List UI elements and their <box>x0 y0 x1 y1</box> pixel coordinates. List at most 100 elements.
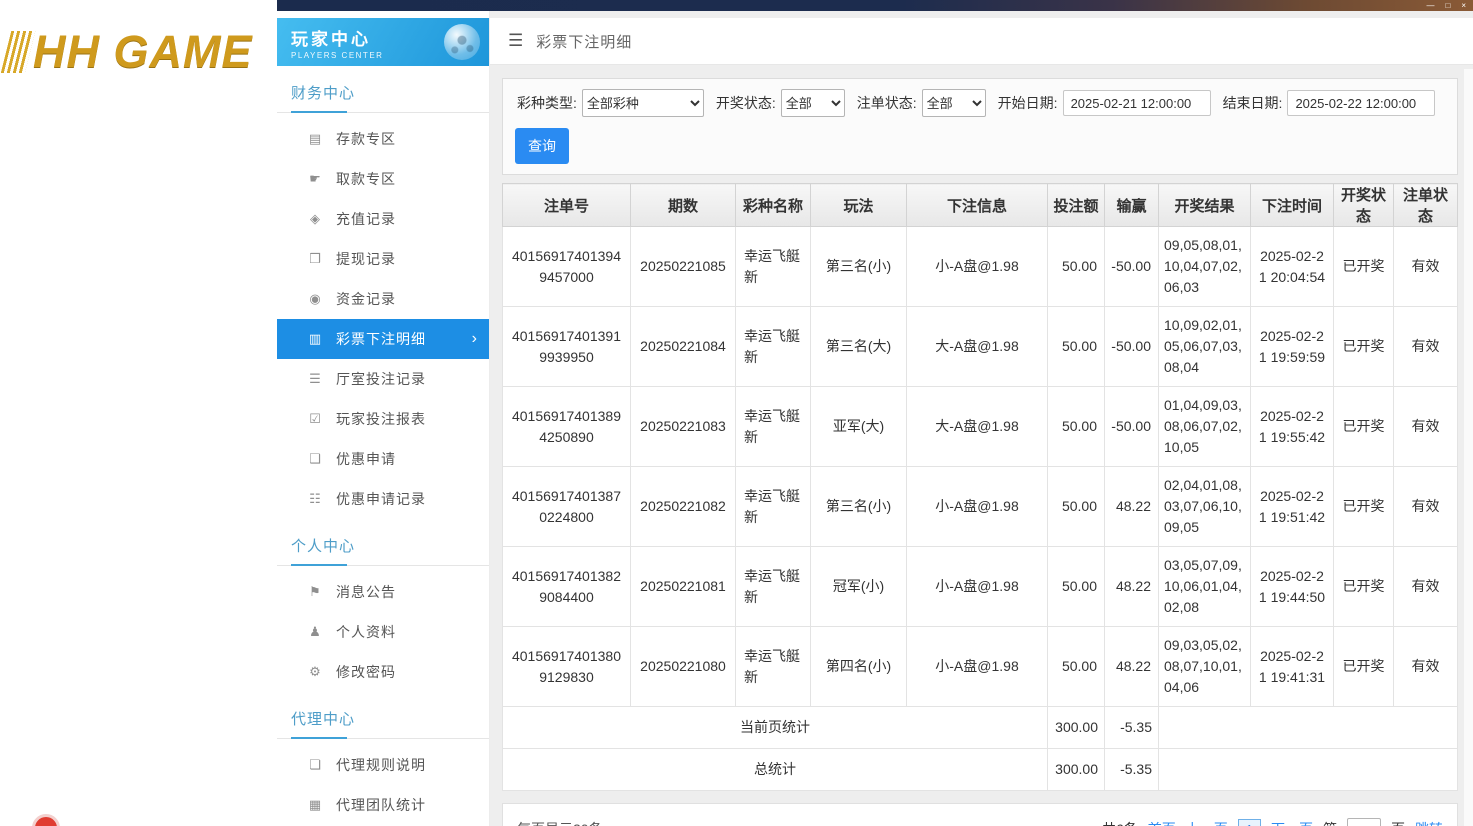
lottery-type-select[interactable]: 全部彩种 <box>581 89 704 117</box>
floating-badge-icon[interactable] <box>32 814 60 826</box>
sidebar-item-player-bet-report[interactable]: ☑ 玩家投注报表 <box>277 399 489 439</box>
cell-info: 小-A盘@1.98 <box>906 626 1048 707</box>
cell-play: 第三名(小) <box>810 226 907 307</box>
first-page-link[interactable]: 首页 <box>1148 819 1176 826</box>
page-summary-row: 当前页统计 300.00 -5.35 <box>502 706 1458 749</box>
filter-button-row: 查询 <box>515 128 1445 164</box>
cell-result: 10,09,02,01,05,06,07,03,08,04 <box>1158 306 1251 387</box>
column-header-winloss: 输赢 <box>1104 183 1159 227</box>
sidebar-item-personal-profile[interactable]: ♟ 个人资料 <box>277 612 489 652</box>
cell-bet_no: 401569174013870224800 <box>502 466 631 547</box>
start-date-input[interactable] <box>1062 90 1211 116</box>
sidebar-item-promo-application[interactable]: ❑ 优惠申请 <box>277 439 489 479</box>
summary-label: 当前页统计 <box>502 706 1048 749</box>
withdraw-zone-icon: ☛ <box>309 171 321 186</box>
sidebar-item-recharge-records[interactable]: ◈ 充值记录 <box>277 199 489 239</box>
bet-status-select[interactable]: 全部 <box>921 89 986 117</box>
draw-status-label: 开奖状态: <box>715 95 776 111</box>
jump-page-input[interactable] <box>1347 817 1381 826</box>
cell-amount: 50.00 <box>1047 626 1105 707</box>
prev-page-link[interactable]: 上一页 <box>1186 819 1228 826</box>
hall-bet-records-icon: ☰ <box>309 371 321 386</box>
next-page-link[interactable]: 下一页 <box>1271 819 1313 826</box>
column-header-period: 期数 <box>630 183 736 227</box>
summary-winloss: -5.35 <box>1104 706 1159 749</box>
start-date-label: 开始日期: <box>997 95 1058 111</box>
sidebar-item-withdraw-zone[interactable]: ☛ 取款专区 <box>277 159 489 199</box>
cell-info: 大-A盘@1.98 <box>906 306 1048 387</box>
cell-amount: 50.00 <box>1047 546 1105 627</box>
cell-amount: 50.00 <box>1047 306 1105 387</box>
sidebar-item-label: 取款专区 <box>336 171 396 187</box>
cell-result: 03,05,07,09,10,06,01,04,02,08 <box>1158 546 1251 627</box>
player-bet-report-icon: ☑ <box>309 411 321 426</box>
cell-result: 01,04,09,03,08,06,07,02,10,05 <box>1158 386 1251 467</box>
per-page-label: 每页显示20条 <box>517 819 603 826</box>
funds-records-icon: ◉ <box>309 291 321 306</box>
content-header: ☰ 彩票下注明细 <box>490 18 1473 65</box>
query-button[interactable]: 查询 <box>515 128 569 164</box>
cell-lottery: 幸运飞艇新 <box>735 386 811 467</box>
column-header-play: 玩法 <box>810 183 907 227</box>
table-row: 401569174013949457000 20250221085 幸运飞艇新 第三名… <box>502 226 1458 307</box>
promo-application-records-icon: ☷ <box>309 491 321 506</box>
sidebar-item-lottery-bet-details[interactable]: ▥ 彩票下注明细 › <box>277 319 489 359</box>
cell-bet_no: 401569174013919939950 <box>502 306 631 387</box>
sidebar-item-change-password[interactable]: ⚙ 修改密码 <box>277 652 489 692</box>
cell-bet_no: 401569174013949457000 <box>502 226 631 307</box>
withdrawal-records-icon: ❒ <box>309 251 321 266</box>
bets-table-wrap: 注单号 期数 彩种名称 玩法 下注信息 投注额 输赢 开奖结果 下注时间 开奖状态 注单状态 4015… <box>502 183 1458 791</box>
menu-toggle-icon[interactable]: ☰ <box>508 31 523 51</box>
summary-filler <box>1158 748 1458 791</box>
sidebar-item-label: 厅室投注记录 <box>336 371 426 387</box>
sidebar-item-deposit-zone[interactable]: ▤ 存款专区 <box>277 119 489 159</box>
sidebar-item-promo-application-records[interactable]: ☷ 优惠申请记录 <box>277 479 489 519</box>
cell-play: 冠军(小) <box>810 546 907 627</box>
cell-play: 第四名(小) <box>810 626 907 707</box>
cell-time: 2025-02-21 20:04:54 <box>1250 226 1334 307</box>
sidebar-item-withdrawal-records[interactable]: ❒ 提现记录 <box>277 239 489 279</box>
sidebar-item-label: 代理规则说明 <box>336 757 426 773</box>
sidebar-item-agent-team-stats[interactable]: ▦ 代理团队统计 <box>277 785 489 825</box>
cell-lottery: 幸运飞艇新 <box>735 466 811 547</box>
scrollbar-track[interactable] <box>1464 69 1473 826</box>
total-summary-row: 总统计 300.00 -5.35 <box>502 748 1458 791</box>
cell-period: 20250221080 <box>630 626 736 707</box>
cell-draw_status: 已开奖 <box>1333 546 1394 627</box>
cell-time: 2025-02-21 19:44:50 <box>1250 546 1334 627</box>
maximize-button[interactable]: □ <box>1445 1 1450 10</box>
cell-period: 20250221082 <box>630 466 736 547</box>
sidebar-item-label: 优惠申请记录 <box>336 491 426 507</box>
brand-logo-text: HH GAME <box>33 26 253 77</box>
logo-panel: HH GAME <box>0 0 277 826</box>
sidebar-item-message-announcements[interactable]: ⚑ 消息公告 <box>277 572 489 612</box>
sidebar-item-label: 彩票下注明细 <box>336 331 426 347</box>
cell-draw_status: 已开奖 <box>1333 466 1394 547</box>
end-date-input[interactable] <box>1287 90 1436 116</box>
cell-play: 第三名(大) <box>810 306 907 387</box>
bet-status-label: 注单状态: <box>856 95 917 111</box>
close-button[interactable]: × <box>1461 1 1466 10</box>
minimize-button[interactable]: — <box>1426 1 1434 10</box>
cell-winloss: 48.22 <box>1104 626 1159 707</box>
sidebar-item-hall-bet-records[interactable]: ☰ 厅室投注记录 <box>277 359 489 399</box>
jump-page-suffix: 页 <box>1391 819 1405 826</box>
jump-button[interactable]: 跳转 <box>1415 819 1443 826</box>
cell-time: 2025-02-21 19:59:59 <box>1250 306 1334 387</box>
sidebar-item-funds-records[interactable]: ◉ 资金记录 <box>277 279 489 319</box>
cell-period: 20250221083 <box>630 386 736 467</box>
cell-draw_status: 已开奖 <box>1333 306 1394 387</box>
current-page-indicator[interactable]: 1 <box>1237 818 1261 826</box>
draw-status-select[interactable]: 全部 <box>780 89 845 117</box>
soccer-ball-icon <box>444 24 480 60</box>
sidebar-section-title: 代理中心 <box>277 692 489 739</box>
cell-bet_no: 401569174013894250890 <box>502 386 631 467</box>
sidebar-item-agent-rules[interactable]: ❏ 代理规则说明 <box>277 745 489 785</box>
cell-period: 20250221084 <box>630 306 736 387</box>
table-row: 401569174013809129830 20250221080 幸运飞艇新 第四名… <box>502 626 1458 707</box>
cell-winloss: 48.22 <box>1104 466 1159 547</box>
cell-amount: 50.00 <box>1047 386 1105 467</box>
column-header-lottery: 彩种名称 <box>735 183 811 227</box>
cell-lottery: 幸运飞艇新 <box>735 626 811 707</box>
cell-winloss: -50.00 <box>1104 306 1159 387</box>
